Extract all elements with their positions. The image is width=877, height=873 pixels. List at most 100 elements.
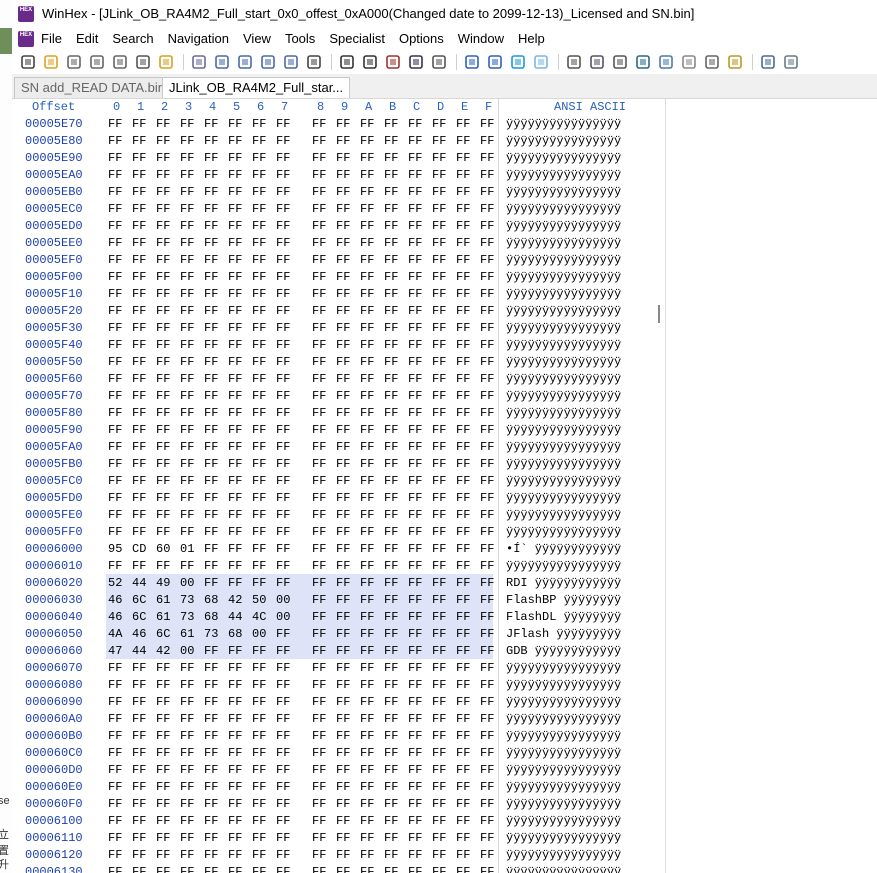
tab-jlink-ob-ra4m2[interactable]: JLink_OB_RA4M2_Full_star...: [162, 77, 351, 98]
hex-byte[interactable]: FF: [228, 219, 242, 233]
hex-byte[interactable]: 00: [276, 610, 290, 624]
hex-byte[interactable]: FF: [336, 287, 350, 301]
hex-byte[interactable]: FF: [432, 219, 446, 233]
hex-row[interactable]: 00006060 47 44 42 00 FF FF FF FF FF FF FF FF FF FF FF FF…: [12, 642, 664, 659]
hex-byte[interactable]: FF: [432, 525, 446, 539]
ascii-text[interactable]: ÿÿÿÿÿÿÿÿÿÿÿÿÿÿÿÿ: [506, 508, 621, 522]
hex-byte[interactable]: FF: [156, 661, 170, 675]
hex-byte[interactable]: 68: [204, 593, 218, 607]
hex-byte[interactable]: FF: [456, 491, 470, 505]
hex-byte[interactable]: FF: [336, 389, 350, 403]
hex-byte[interactable]: FF: [276, 168, 290, 182]
hex-byte[interactable]: FF: [228, 423, 242, 437]
hex-byte[interactable]: FF: [336, 627, 350, 641]
hex-byte[interactable]: FF: [408, 797, 422, 811]
hex-byte[interactable]: FF: [408, 151, 422, 165]
hex-byte[interactable]: 52: [108, 576, 122, 590]
hex-byte[interactable]: FF: [132, 474, 146, 488]
hex-byte[interactable]: FF: [480, 542, 494, 556]
hex-row[interactable]: 00006020 52 44 49 00 FF FF FF FF FF FF FF FF FF FF FF FF…: [12, 574, 664, 591]
ascii-text[interactable]: ÿÿÿÿÿÿÿÿÿÿÿÿÿÿÿÿ: [506, 525, 621, 539]
hex-byte[interactable]: FF: [408, 661, 422, 675]
hex-byte[interactable]: FF: [204, 321, 218, 335]
hex-byte[interactable]: FF: [132, 491, 146, 505]
hex-byte[interactable]: FF: [252, 831, 266, 845]
hex-byte[interactable]: FF: [180, 219, 194, 233]
hex-byte[interactable]: FF: [480, 236, 494, 250]
hex-byte[interactable]: FF: [456, 219, 470, 233]
forward-icon[interactable]: [533, 54, 549, 70]
ascii-text[interactable]: FlashDL ÿÿÿÿÿÿÿÿ: [506, 610, 621, 624]
hex-byte[interactable]: FF: [276, 270, 290, 284]
hex-byte[interactable]: FF: [432, 797, 446, 811]
menu-view[interactable]: View: [243, 31, 271, 46]
hex-byte[interactable]: FF: [108, 559, 122, 573]
hex-byte[interactable]: FF: [408, 525, 422, 539]
hex-byte[interactable]: FF: [360, 865, 374, 873]
hex-byte[interactable]: FF: [456, 848, 470, 862]
hex-byte[interactable]: FF: [276, 848, 290, 862]
hex-byte[interactable]: FF: [108, 440, 122, 454]
hex-byte[interactable]: FF: [132, 780, 146, 794]
hex-byte[interactable]: FF: [336, 814, 350, 828]
hex-byte[interactable]: FF: [276, 151, 290, 165]
hex-byte[interactable]: FF: [456, 168, 470, 182]
hex-byte[interactable]: FF: [456, 236, 470, 250]
hex-byte[interactable]: FF: [108, 134, 122, 148]
hex-byte[interactable]: FF: [180, 168, 194, 182]
hex-byte[interactable]: FF: [456, 508, 470, 522]
hex-byte[interactable]: FF: [252, 236, 266, 250]
hex-byte[interactable]: FF: [336, 848, 350, 862]
hex-byte[interactable]: FF: [432, 678, 446, 692]
hex-byte[interactable]: FF: [204, 134, 218, 148]
hex-byte[interactable]: FF: [480, 763, 494, 777]
ascii-text[interactable]: •Í` ÿÿÿÿÿÿÿÿÿÿÿÿ: [506, 542, 621, 556]
hex-byte[interactable]: FF: [360, 304, 374, 318]
copy-icon[interactable]: [214, 54, 230, 70]
hex-byte[interactable]: 6C: [132, 593, 146, 607]
hex-byte[interactable]: FF: [432, 253, 446, 267]
hex-byte[interactable]: FF: [384, 746, 398, 760]
hex-byte[interactable]: FF: [228, 729, 242, 743]
hex-byte[interactable]: FF: [132, 338, 146, 352]
hex-byte[interactable]: FF: [276, 117, 290, 131]
hex-byte[interactable]: FF: [180, 355, 194, 369]
hex-byte[interactable]: FF: [252, 355, 266, 369]
hex-byte[interactable]: FF: [312, 151, 326, 165]
hex-byte[interactable]: FF: [156, 695, 170, 709]
hex-byte[interactable]: FF: [276, 440, 290, 454]
ascii-text[interactable]: ÿÿÿÿÿÿÿÿÿÿÿÿÿÿÿÿ: [506, 746, 621, 760]
hex-byte[interactable]: FF: [204, 372, 218, 386]
ascii-text[interactable]: ÿÿÿÿÿÿÿÿÿÿÿÿÿÿÿÿ: [506, 831, 621, 845]
hex-byte[interactable]: FF: [360, 627, 374, 641]
hex-byte[interactable]: FF: [408, 389, 422, 403]
hex-byte[interactable]: FF: [252, 134, 266, 148]
hex-byte[interactable]: FF: [228, 644, 242, 658]
hex-byte[interactable]: FF: [408, 576, 422, 590]
hex-byte[interactable]: FF: [336, 746, 350, 760]
ascii-text[interactable]: ÿÿÿÿÿÿÿÿÿÿÿÿÿÿÿÿ: [506, 491, 621, 505]
hex-byte[interactable]: FF: [432, 321, 446, 335]
hex-byte[interactable]: FF: [360, 644, 374, 658]
hex-byte[interactable]: FF: [408, 644, 422, 658]
hex-byte[interactable]: FF: [312, 474, 326, 488]
hex-byte[interactable]: FF: [156, 287, 170, 301]
back-icon[interactable]: [510, 54, 526, 70]
hex-byte[interactable]: FF: [180, 406, 194, 420]
ascii-text[interactable]: ÿÿÿÿÿÿÿÿÿÿÿÿÿÿÿÿ: [506, 321, 621, 335]
hex-byte[interactable]: FF: [312, 219, 326, 233]
hex-byte[interactable]: FF: [180, 304, 194, 318]
hex-byte[interactable]: FF: [432, 593, 446, 607]
hex-byte[interactable]: FF: [480, 117, 494, 131]
hex-byte[interactable]: FF: [336, 491, 350, 505]
hex-byte[interactable]: FF: [252, 661, 266, 675]
ascii-text[interactable]: ÿÿÿÿÿÿÿÿÿÿÿÿÿÿÿÿ: [506, 440, 621, 454]
hex-byte[interactable]: FF: [204, 491, 218, 505]
hex-byte[interactable]: FF: [360, 151, 374, 165]
hex-byte[interactable]: FF: [336, 151, 350, 165]
hex-byte[interactable]: FF: [480, 729, 494, 743]
ascii-text[interactable]: ÿÿÿÿÿÿÿÿÿÿÿÿÿÿÿÿ: [506, 236, 621, 250]
hex-byte[interactable]: FF: [204, 508, 218, 522]
hex-byte[interactable]: FF: [228, 508, 242, 522]
hex-byte[interactable]: FF: [480, 831, 494, 845]
